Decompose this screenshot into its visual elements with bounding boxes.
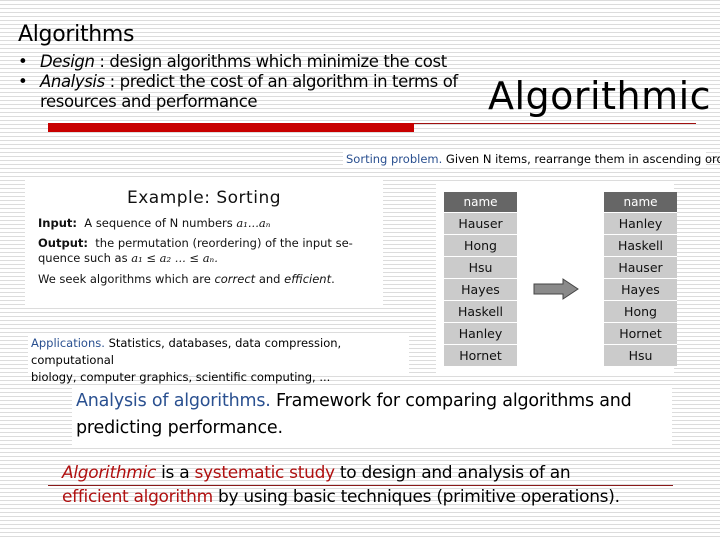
accent-line (414, 123, 696, 124)
summary-term-algorithmic: Algorithmic (62, 463, 157, 483)
name-cell: Hauser (444, 212, 517, 235)
name-cell: Hauser (604, 256, 677, 279)
table-row: Hayes (604, 278, 677, 301)
output-label: Output: (38, 236, 88, 250)
slide-title: Algorithms (18, 22, 135, 47)
table-row: Hanley (444, 322, 517, 345)
table-row: Hsu (444, 256, 517, 279)
seek-and: and (255, 272, 285, 286)
table-row: Haskell (604, 234, 677, 257)
applications-text2: biology, computer graphics, scientific c… (31, 370, 331, 384)
summary-text: Algorithmic is a systematic study to des… (62, 461, 720, 509)
bullet-design: • Design : design algorithms which minim… (18, 52, 488, 72)
name-cell: Hayes (444, 278, 517, 301)
summary-fragment: to design and analysis of an (334, 463, 571, 483)
bullet-analysis: • Analysis : predict the cost of an algo… (18, 72, 488, 92)
output-text: the permutation (reordering) of the inpu… (95, 236, 353, 250)
right-arrow-icon (533, 278, 579, 300)
input-math: a₁...aₙ (236, 216, 271, 230)
name-cell: Hong (444, 234, 517, 257)
name-cell: Hanley (604, 212, 677, 235)
bullet-icon: • (18, 72, 28, 91)
bullet-icon: • (18, 52, 28, 71)
table-row: Hsu (604, 344, 677, 367)
bullet-text: : design algorithms which minimize the c… (94, 52, 447, 71)
name-cell: Hsu (604, 344, 677, 367)
summary-fragment: is a (156, 463, 195, 483)
table-row: Hayes (444, 278, 517, 301)
table-row: Hauser (444, 212, 517, 235)
table-row: Hong (604, 300, 677, 323)
input-text: A sequence of N numbers (84, 216, 237, 230)
name-cell: Hayes (604, 278, 677, 301)
bullet-text: : predict the cost of an algorithm in te… (104, 72, 459, 91)
table-row: Hong (444, 234, 517, 257)
name-cell: Hornet (444, 344, 517, 367)
applications-label: Applications. (31, 336, 105, 350)
bullet-term: Analysis (40, 72, 105, 91)
name-cell: Hanley (444, 322, 517, 345)
name-cell: Haskell (604, 234, 677, 257)
table-header: name (444, 192, 517, 213)
seek-text: We seek algorithms which are (38, 272, 215, 286)
table-row: Haskell (444, 300, 517, 323)
example-sorting-box: Example: Sorting Input: A sequence of N … (25, 180, 383, 308)
summary-term-systematic: systematic study (194, 463, 335, 483)
example-title: Example: Sorting (126, 188, 282, 208)
applications-box: Applications. Statistics, databases, dat… (28, 333, 409, 384)
name-cell: Hong (604, 300, 677, 323)
output-math: a₁ ≤ a₂ ... ≤ aₙ. (131, 251, 218, 265)
sorting-problem-box: Sorting problem. Given N items, rearrang… (343, 150, 720, 168)
example-input: Input: A sequence of N numbers a₁...aₙ (38, 216, 383, 231)
name-cell: Hornet (604, 322, 677, 345)
bullet-term: Design (40, 52, 95, 71)
seek-end: . (331, 272, 335, 286)
seek-efficient: efficient (284, 272, 332, 286)
analysis-text2: predicting performance. (76, 418, 283, 438)
accent-bar (48, 123, 414, 132)
analysis-label: Analysis of algorithms. (76, 391, 271, 411)
table-row: Hanley (604, 212, 677, 235)
table-row: Hornet (444, 344, 517, 367)
example-output: Output: the permutation (reordering) of … (38, 236, 383, 266)
unsorted-table: name Hauser Hong Hsu Hayes Haskell Hanley Horn… (444, 192, 517, 367)
summary-fragment: by using basic techniques (primitive ope… (212, 487, 620, 507)
table-row: Hornet (604, 322, 677, 345)
input-label: Input: (38, 216, 77, 230)
heading-algorithmic: Algorithmic (488, 74, 712, 118)
name-cell: Hsu (444, 256, 517, 279)
table-header: name (604, 192, 677, 213)
table-row: Hauser (604, 256, 677, 279)
sorted-table: name Hanley Haskell Hauser Hayes Hong Hornet H… (604, 192, 677, 367)
sorting-problem-text: Given N items, rearrange them in ascendi… (445, 152, 720, 166)
seek-correct: correct (214, 272, 256, 286)
summary-term-efficient: efficient algorithm (62, 487, 213, 507)
sorting-illustration: name Hauser Hong Hsu Hayes Haskell Hanley Horn… (436, 183, 677, 376)
example-seek: We seek algorithms which are correct and… (38, 272, 383, 287)
bullet-list: • Design : design algorithms which minim… (18, 52, 488, 112)
output-text2: quence such as (38, 251, 132, 265)
name-cell: Haskell (444, 300, 517, 323)
analysis-box: Analysis of algorithms. Framework for co… (72, 388, 672, 445)
sorting-problem-label: Sorting problem. (346, 152, 443, 166)
bullet-continuation: resources and performance (40, 92, 258, 111)
analysis-text: Framework for comparing algorithms and (276, 391, 632, 411)
